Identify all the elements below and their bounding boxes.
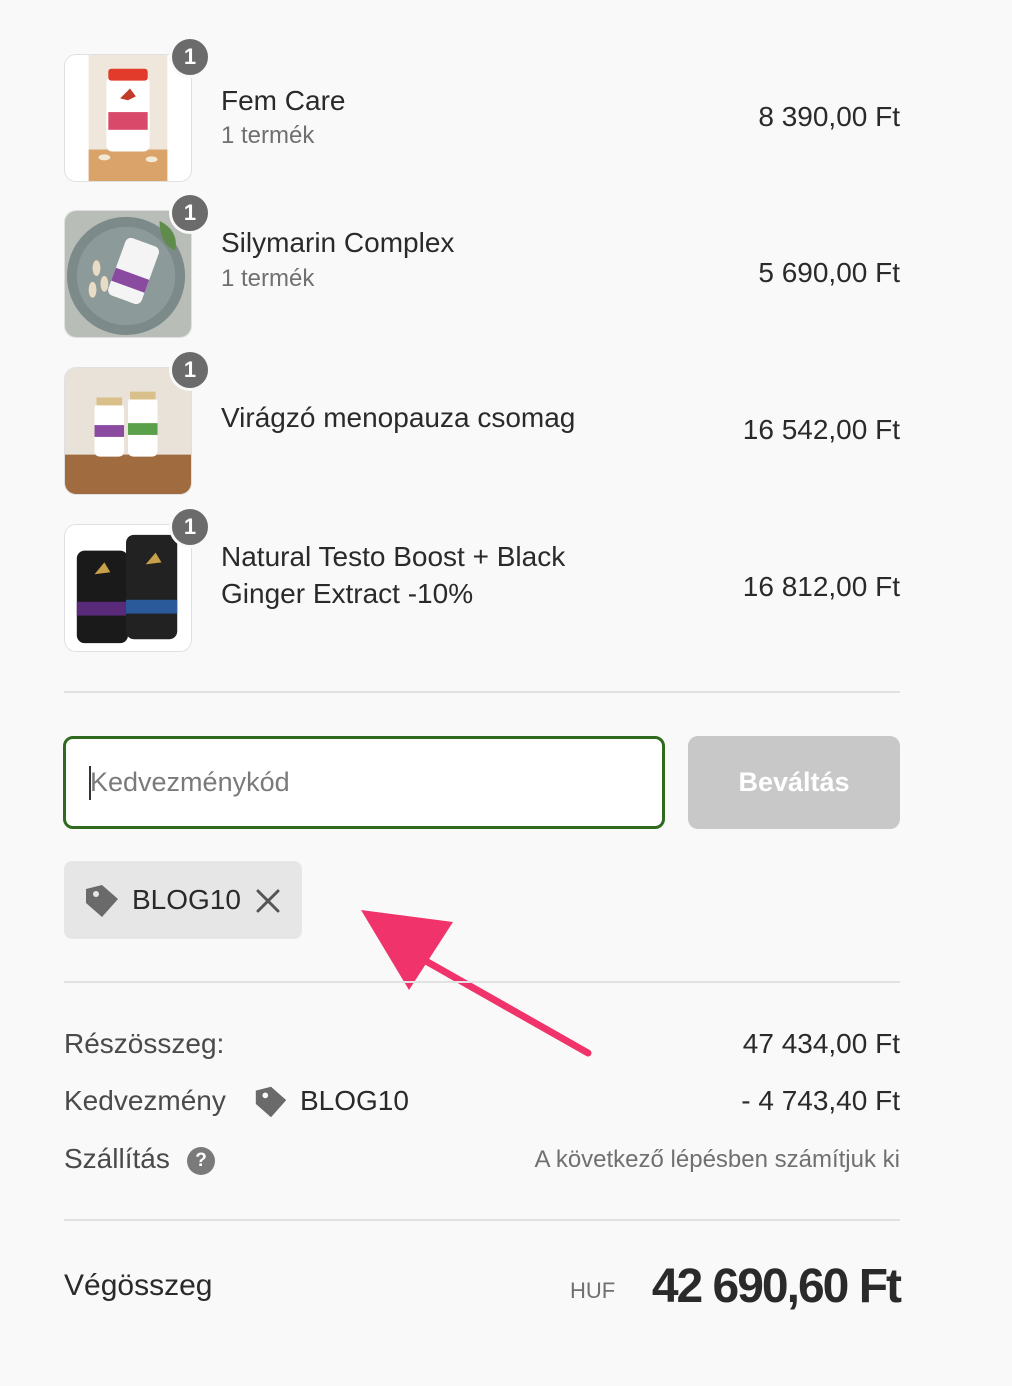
- line-item: 1 Silymarin Complex 1 termék 5 690,00 Ft: [64, 192, 900, 338]
- product-name: Virágzó menopauza csomag: [221, 402, 576, 433]
- discount-label: Kedvezmény: [64, 1085, 226, 1116]
- product-price: 8 390,00 Ft: [758, 101, 900, 132]
- divider: [64, 1219, 900, 1221]
- line-item: 1 Natural Testo Boost + Black Ginger Ext…: [64, 506, 900, 652]
- currency-code: HUF: [570, 1278, 616, 1303]
- product-name: Fem Care: [221, 85, 346, 116]
- shipping-label: Szállítás: [64, 1143, 170, 1174]
- product-price: 16 812,00 Ft: [742, 571, 900, 602]
- total-value: 42 690,60 Ft: [651, 1260, 902, 1313]
- subtotal-label: Részösszeg:: [64, 1028, 225, 1059]
- discount-value: - 4 743,40 Ft: [741, 1085, 900, 1116]
- shipping-value: A következő lépésben számítjuk ki: [534, 1146, 900, 1173]
- tag-icon: [86, 885, 118, 917]
- product-name: Silymarin Complex: [221, 227, 455, 258]
- quantity-badge: 1: [169, 506, 211, 548]
- line-item: 1 Virágzó menopauza csomag 16 542,00 Ft: [64, 349, 900, 495]
- product-quantity-label: 1 termék: [221, 122, 315, 149]
- applied-discount-tag: BLOG10: [64, 861, 302, 939]
- total-label: Végösszeg: [64, 1269, 213, 1302]
- divider: [64, 691, 900, 693]
- product-name: Natural Testo Boost + Black Ginger Extra…: [221, 541, 566, 609]
- quantity-badge: 1: [169, 36, 211, 78]
- product-image-fem-care: [64, 54, 192, 182]
- text-caret: [89, 766, 91, 800]
- quantity-badge: 1: [169, 349, 211, 391]
- subtotal-value: 47 434,00 Ft: [742, 1028, 900, 1059]
- discount-code-input[interactable]: [63, 736, 665, 829]
- remove-discount-close-icon[interactable]: [254, 887, 282, 915]
- tag-icon: [255, 1086, 287, 1118]
- product-image-silymarin: [64, 210, 192, 338]
- applied-discount-code: BLOG10: [132, 884, 241, 915]
- product-price: 5 690,00 Ft: [758, 257, 900, 288]
- divider: [64, 981, 900, 983]
- line-item: 1 Fem Care 1 termék 8 390,00 Ft: [64, 36, 900, 182]
- quantity-badge: 1: [169, 192, 211, 234]
- apply-discount-button[interactable]: Beváltás: [688, 736, 900, 829]
- product-price: 16 542,00 Ft: [742, 414, 900, 445]
- product-quantity-label: 1 termék: [221, 265, 315, 292]
- help-icon[interactable]: ?: [187, 1147, 215, 1175]
- product-image-viragzo-menopauza: [64, 367, 192, 495]
- product-image-testo-boost: [64, 524, 192, 652]
- discount-code-label: BLOG10: [300, 1085, 409, 1116]
- checkout-order-summary: 1 Fem Care 1 termék 8 390,00 Ft 1 Silyma…: [0, 0, 1012, 1386]
